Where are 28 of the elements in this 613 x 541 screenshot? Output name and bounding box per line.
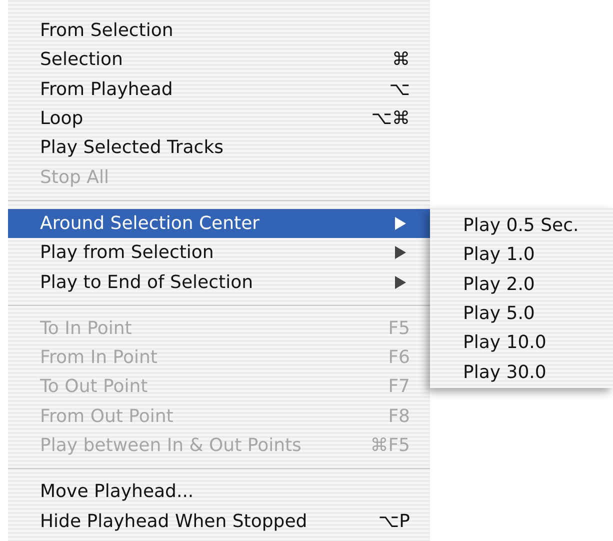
shortcut: F5: [388, 318, 410, 339]
menu-item[interactable]: Selection ⌘: [8, 45, 430, 75]
menu-item[interactable]: Play to End of Selection: [8, 267, 430, 297]
menu-item[interactable]: Play 10.0: [430, 328, 613, 358]
menu-item[interactable]: Play 30.0: [430, 357, 613, 387]
menu-item[interactable]: From Playhead ⌥: [8, 74, 430, 104]
submenu-arrow-icon: [395, 276, 406, 289]
shortcut: ⌥P: [378, 510, 410, 532]
shortcut: ⌘F5: [370, 435, 410, 456]
menu-item[interactable]: Play 1.0: [430, 240, 613, 270]
shortcut: F7: [388, 376, 410, 398]
menu-item[interactable]: Hide Playhead When Stopped ⌥P: [8, 506, 430, 536]
shortcut: ⌥: [389, 78, 410, 100]
shortcut: ⌥⌘: [371, 108, 410, 130]
menu-item[interactable]: Play from Selection: [8, 238, 430, 268]
shortcut: ⌘: [392, 49, 410, 70]
menu-item[interactable]: Play 0.5 Sec.: [430, 211, 613, 240]
menu-item[interactable]: Loop ⌥⌘: [8, 104, 430, 134]
menu-item[interactable]: Around Selection Center: [8, 208, 430, 238]
menu-item[interactable]: Play 5.0: [430, 298, 613, 328]
menu-item[interactable]: Move Playhead...: [8, 477, 430, 506]
shortcut: F6: [388, 347, 410, 368]
menu-item[interactable]: Play Selected Tracks: [8, 133, 430, 162]
shortcut: F8: [388, 406, 410, 427]
menu-item[interactable]: Play 2.0: [430, 270, 613, 299]
submenu-arrow-icon: [395, 246, 406, 260]
menu-item[interactable]: From Selection: [8, 16, 430, 46]
submenu-arrow-icon: [395, 216, 406, 230]
